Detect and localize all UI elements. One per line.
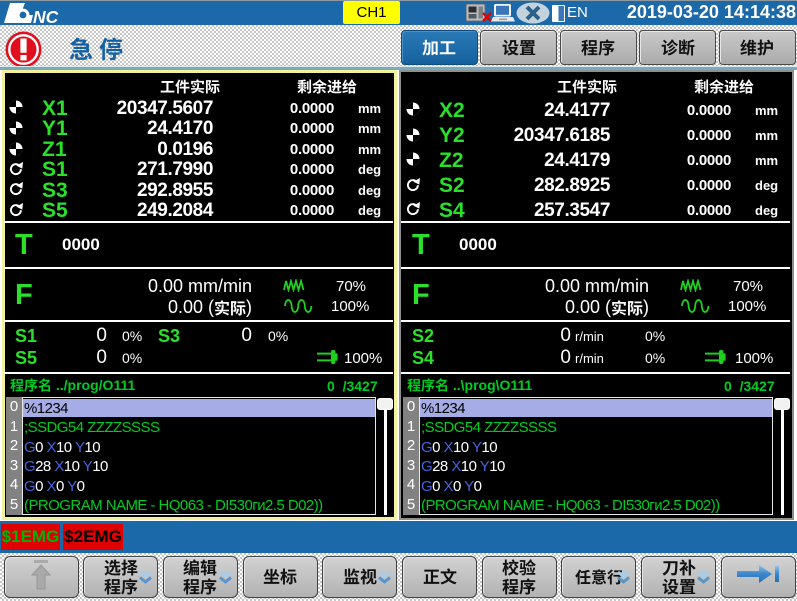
svg-text:NC: NC [33,7,59,24]
